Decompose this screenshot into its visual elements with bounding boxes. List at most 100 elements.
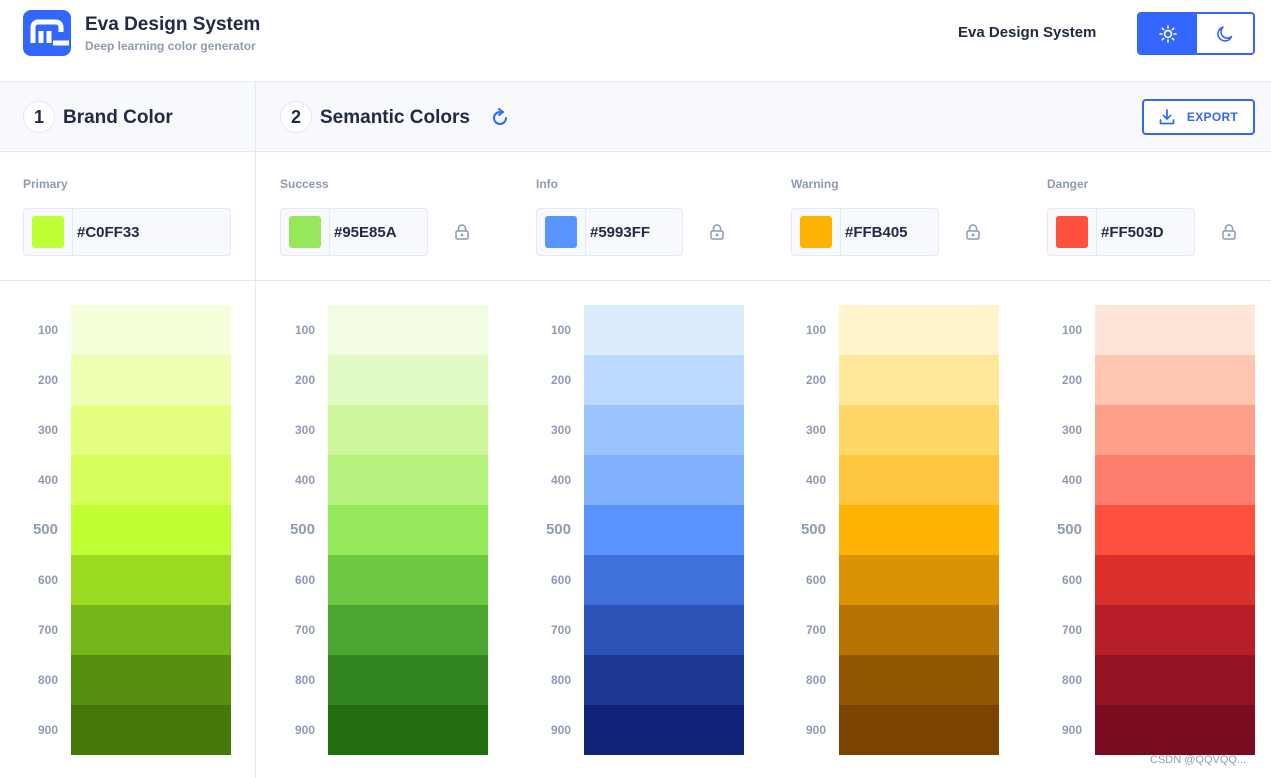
light-theme-button[interactable] bbox=[1139, 14, 1196, 53]
primary-shade-100-swatch[interactable] bbox=[71, 305, 231, 355]
primary-shade-800-swatch[interactable] bbox=[71, 655, 231, 705]
field-separator bbox=[1096, 209, 1097, 255]
info-label: Info bbox=[536, 177, 558, 191]
info-shade-600-label: 600 bbox=[550, 573, 571, 587]
danger-shade-200-label: 200 bbox=[1061, 373, 1082, 387]
warning-shade-900-swatch[interactable] bbox=[839, 705, 999, 755]
warning-shade-800-label: 800 bbox=[805, 673, 826, 687]
danger-shade-400-swatch[interactable] bbox=[1095, 455, 1255, 505]
warning-shade-100-swatch[interactable] bbox=[839, 305, 999, 355]
eva-logo-icon[interactable] bbox=[23, 10, 71, 56]
success-shade-800-label: 800 bbox=[294, 673, 315, 687]
warning-shade-600-swatch[interactable] bbox=[839, 555, 999, 605]
sun-icon bbox=[1158, 24, 1177, 43]
success-shade-200-label: 200 bbox=[294, 373, 315, 387]
success-lock-icon[interactable] bbox=[455, 224, 469, 240]
success-shade-800-swatch[interactable] bbox=[328, 655, 488, 705]
danger-shade-100-swatch[interactable] bbox=[1095, 305, 1255, 355]
danger-shade-900-label: 900 bbox=[1061, 723, 1082, 737]
nav-title-link[interactable]: Eva Design System bbox=[958, 24, 1096, 41]
warning-shade-500-swatch[interactable] bbox=[839, 505, 999, 555]
info-hex-value[interactable]: #5993FF bbox=[590, 224, 650, 241]
success-color-input[interactable]: #95E85A bbox=[280, 208, 428, 256]
danger-shade-900-swatch[interactable] bbox=[1095, 705, 1255, 755]
info-shade-900-swatch[interactable] bbox=[584, 705, 744, 755]
primary-swatch[interactable] bbox=[32, 216, 64, 248]
export-label: EXPORT bbox=[1186, 110, 1239, 124]
success-shade-300-swatch[interactable] bbox=[328, 405, 488, 455]
success-shade-200-swatch[interactable] bbox=[328, 355, 488, 405]
steps-bar: 1 Brand Color 2 Semantic Colors EXPORT bbox=[0, 82, 1271, 152]
info-color-input[interactable]: #5993FF bbox=[536, 208, 683, 256]
danger-shade-600-swatch[interactable] bbox=[1095, 555, 1255, 605]
primary-shade-700-swatch[interactable] bbox=[71, 605, 231, 655]
success-shade-900-label: 900 bbox=[294, 723, 315, 737]
dark-theme-button[interactable] bbox=[1196, 14, 1253, 53]
watermark: CSDN @QQVQQ... bbox=[1150, 754, 1247, 766]
info-swatch[interactable] bbox=[545, 216, 577, 248]
download-icon bbox=[1159, 109, 1175, 125]
info-shade-800-label: 800 bbox=[550, 673, 571, 687]
warning-shade-700-swatch[interactable] bbox=[839, 605, 999, 655]
primary-hex-value[interactable]: #C0FF33 bbox=[77, 224, 140, 241]
info-shade-100-swatch[interactable] bbox=[584, 305, 744, 355]
success-swatch[interactable] bbox=[289, 216, 321, 248]
warning-shade-900-label: 900 bbox=[805, 723, 826, 737]
primary-shade-300-label: 300 bbox=[37, 423, 58, 437]
danger-lock-icon[interactable] bbox=[1222, 224, 1236, 240]
warning-hex-value[interactable]: #FFB405 bbox=[845, 224, 908, 241]
warning-label: Warning bbox=[791, 177, 839, 191]
warning-shade-100-label: 100 bbox=[805, 323, 826, 337]
success-shade-500-swatch[interactable] bbox=[328, 505, 488, 555]
success-hex-value[interactable]: #95E85A bbox=[334, 224, 397, 241]
danger-color-input[interactable]: #FF503D bbox=[1047, 208, 1195, 256]
danger-shade-700-swatch[interactable] bbox=[1095, 605, 1255, 655]
info-shade-300-swatch[interactable] bbox=[584, 405, 744, 455]
primary-shade-200-swatch[interactable] bbox=[71, 355, 231, 405]
primary-shade-900-swatch[interactable] bbox=[71, 705, 231, 755]
warning-shade-800-swatch[interactable] bbox=[839, 655, 999, 705]
primary-color-input[interactable]: #C0FF33 bbox=[23, 208, 231, 256]
danger-shade-200-swatch[interactable] bbox=[1095, 355, 1255, 405]
warning-shade-300-swatch[interactable] bbox=[839, 405, 999, 455]
warning-shade-400-swatch[interactable] bbox=[839, 455, 999, 505]
field-separator bbox=[329, 209, 330, 255]
warning-shade-300-label: 300 bbox=[805, 423, 826, 437]
warning-color-input[interactable]: #FFB405 bbox=[791, 208, 939, 256]
success-shade-600-swatch[interactable] bbox=[328, 555, 488, 605]
danger-shade-800-swatch[interactable] bbox=[1095, 655, 1255, 705]
export-button[interactable]: EXPORT bbox=[1142, 99, 1255, 135]
primary-shade-400-swatch[interactable] bbox=[71, 455, 231, 505]
info-shade-400-swatch[interactable] bbox=[584, 455, 744, 505]
danger-shade-800-label: 800 bbox=[1061, 673, 1082, 687]
warning-lock-icon[interactable] bbox=[966, 224, 980, 240]
danger-shade-600-label: 600 bbox=[1061, 573, 1082, 587]
primary-shade-600-swatch[interactable] bbox=[71, 555, 231, 605]
info-shade-600-swatch[interactable] bbox=[584, 555, 744, 605]
warning-shade-200-swatch[interactable] bbox=[839, 355, 999, 405]
info-shade-700-swatch[interactable] bbox=[584, 605, 744, 655]
primary-shade-100-label: 100 bbox=[37, 323, 58, 337]
danger-shade-100-label: 100 bbox=[1061, 323, 1082, 337]
success-shade-700-swatch[interactable] bbox=[328, 605, 488, 655]
primary-shade-500-swatch[interactable] bbox=[71, 505, 231, 555]
warning-swatch[interactable] bbox=[800, 216, 832, 248]
info-shade-300-label: 300 bbox=[550, 423, 571, 437]
success-shade-100-swatch[interactable] bbox=[328, 305, 488, 355]
danger-hex-value[interactable]: #FF503D bbox=[1101, 224, 1164, 241]
step-1-title: Brand Color bbox=[63, 107, 173, 128]
primary-shade-300-swatch[interactable] bbox=[71, 405, 231, 455]
info-shade-800-swatch[interactable] bbox=[584, 655, 744, 705]
refresh-icon[interactable] bbox=[490, 108, 510, 128]
danger-swatch[interactable] bbox=[1056, 216, 1088, 248]
info-shade-900-label: 900 bbox=[550, 723, 571, 737]
field-separator bbox=[585, 209, 586, 255]
danger-shade-500-swatch[interactable] bbox=[1095, 505, 1255, 555]
success-shade-900-swatch[interactable] bbox=[328, 705, 488, 755]
danger-shade-300-swatch[interactable] bbox=[1095, 405, 1255, 455]
info-shade-200-swatch[interactable] bbox=[584, 355, 744, 405]
primary-label: Primary bbox=[23, 177, 68, 191]
info-lock-icon[interactable] bbox=[710, 224, 724, 240]
success-shade-400-swatch[interactable] bbox=[328, 455, 488, 505]
info-shade-500-swatch[interactable] bbox=[584, 505, 744, 555]
